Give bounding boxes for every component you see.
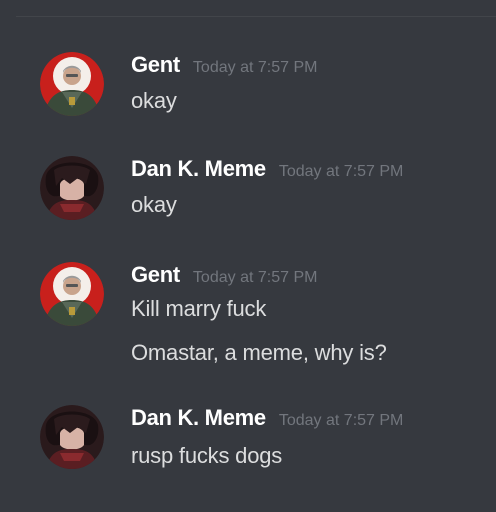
message-text: okay <box>131 88 177 113</box>
avatar[interactable] <box>40 405 104 469</box>
timestamp: Today at 7:57 PM <box>278 412 404 429</box>
gent-avatar-icon <box>40 52 104 116</box>
timestamp: Today at 7:57 PM <box>192 269 318 286</box>
gent-avatar-icon <box>40 262 104 326</box>
message-divider <box>16 16 496 17</box>
message-text: Omastar, a meme, why is? <box>131 340 387 365</box>
message-text: Kill marry fuck <box>131 296 267 321</box>
timestamp: Today at 7:57 PM <box>278 163 404 180</box>
message-text: okay <box>131 192 177 217</box>
username[interactable]: Dan K. Meme <box>131 405 266 431</box>
username[interactable]: Dan K. Meme <box>131 156 266 182</box>
timestamp: Today at 7:57 PM <box>192 59 318 76</box>
dan-avatar-icon <box>40 156 104 220</box>
username[interactable]: Gent <box>131 262 180 288</box>
username[interactable]: Gent <box>131 52 180 78</box>
chat-messages: Gent Today at 7:57 PM okay Dan K. Meme T… <box>0 0 496 512</box>
avatar[interactable] <box>40 262 104 326</box>
avatar[interactable] <box>40 52 104 116</box>
avatar[interactable] <box>40 156 104 220</box>
dan-avatar-icon <box>40 405 104 469</box>
message-text: rusp fucks dogs <box>131 443 283 468</box>
